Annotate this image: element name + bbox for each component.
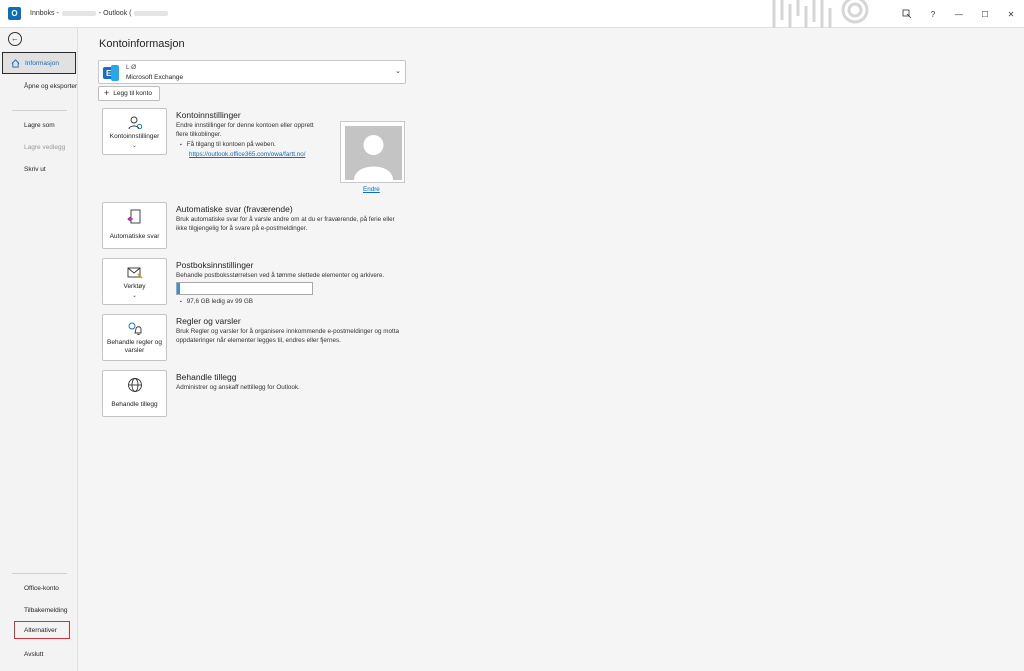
- svg-text:E: E: [106, 69, 112, 78]
- globe-icon: [128, 378, 142, 392]
- coauthor-icon[interactable]: [894, 4, 920, 24]
- quota-text: 97,6 GB ledig av 99 GB: [180, 298, 253, 305]
- mailbox-quota-fill: [177, 283, 180, 294]
- section-description: Bruk automatiske svar for å varsle andre…: [176, 216, 395, 232]
- bullet-text: Få tilgang til kontoen på weben.: [180, 141, 276, 148]
- sidebar-item-label: Informasjon: [25, 59, 59, 67]
- section-title: Regler og varsler: [176, 316, 241, 326]
- tile-label: Verktøy: [123, 283, 146, 290]
- title-bar: O Innboks - - Outlook ( ? — ☐ ✕: [0, 0, 1024, 28]
- sidebar-item-apne-og-eksporter[interactable]: Åpne og eksporter: [0, 82, 78, 91]
- change-photo-link[interactable]: Endre: [363, 186, 380, 193]
- decorative-pattern: [772, 0, 869, 28]
- rules-alerts-icon: [128, 322, 142, 335]
- exchange-icon: E: [103, 65, 119, 81]
- automatic-replies-icon: [127, 209, 141, 224]
- tile-label: Kontoinnstillinger: [109, 133, 160, 140]
- home-icon: [11, 58, 20, 68]
- tile-label: Behandle regler og varsler: [107, 339, 162, 354]
- mailbox-tools-button[interactable]: Verktøy ⌄: [102, 258, 167, 305]
- account-selector[interactable]: E L Ø Microsoft Exchange ⌄: [98, 60, 406, 84]
- sidebar-item-lagre-som[interactable]: Lagre som: [0, 121, 78, 130]
- main-content: Kontoinformasjon E L Ø Microsoft Exchang…: [78, 28, 1024, 671]
- sidebar-divider: [12, 573, 67, 574]
- maximize-button[interactable]: ☐: [972, 4, 998, 24]
- title-prefix: Innboks -: [30, 10, 59, 17]
- redacted-text: [134, 10, 169, 16]
- person-silhouette-icon: [354, 135, 393, 180]
- sidebar-item-lagre-vedlegg[interactable]: Lagre vedlegg: [0, 143, 78, 152]
- page-title: Kontoinformasjon: [99, 38, 185, 50]
- add-account-label: Legg til konto: [113, 90, 152, 97]
- section-title: Automatiske svar (fraværende): [176, 204, 293, 214]
- plus-icon: +: [104, 88, 110, 98]
- outlook-icon: O: [8, 7, 21, 20]
- profile-photo: [340, 121, 405, 183]
- chevron-down-icon: ⌄: [395, 68, 401, 75]
- sidebar-item-label: Alternativer: [24, 626, 57, 634]
- section-description: Administrer og anskaff nettillegg for Ou…: [176, 384, 300, 391]
- tile-label: Automatiske svar: [109, 233, 160, 240]
- section-description: Endre innstillinger for denne kontoen el…: [176, 122, 314, 138]
- section-title: Postboksinnstillinger: [176, 260, 254, 270]
- backstage-sidebar: ← Informasjon Åpne og eksporter Lagre so…: [0, 28, 78, 671]
- mailbox-quota-bar: [176, 282, 313, 295]
- account-settings-icon: [128, 116, 143, 130]
- tile-label: Behandle tillegg: [111, 401, 158, 408]
- section-title: Behandle tillegg: [176, 372, 237, 382]
- redacted-text: [61, 10, 96, 16]
- section-title: Kontoinnstillinger: [176, 110, 241, 120]
- add-account-button[interactable]: + Legg til konto: [98, 86, 160, 101]
- minimize-button[interactable]: —: [946, 4, 972, 24]
- mailbox-tools-icon: [127, 267, 143, 279]
- account-type: Microsoft Exchange: [126, 74, 184, 81]
- sidebar-item-alternativer[interactable]: Alternativer: [14, 621, 70, 639]
- window-controls: ? — ☐ ✕: [894, 0, 1024, 28]
- sidebar-item-informasjon[interactable]: Informasjon: [2, 52, 76, 74]
- manage-addins-button[interactable]: Behandle tillegg: [102, 370, 167, 417]
- sidebar-divider: [12, 110, 67, 111]
- help-button[interactable]: ?: [920, 4, 946, 24]
- sidebar-item-skriv-ut[interactable]: Skriv ut: [0, 165, 78, 174]
- manage-rules-button[interactable]: Behandle regler og varsler: [102, 314, 167, 361]
- section-description: Bruk Regler og varsler for å organisere …: [176, 328, 399, 344]
- avatar: [345, 126, 402, 180]
- automatic-replies-button[interactable]: Automatiske svar: [102, 202, 167, 249]
- account-name: L Ø: [126, 64, 137, 71]
- account-settings-button[interactable]: Kontoinnstillinger ⌄: [102, 108, 167, 155]
- sidebar-item-office-konto[interactable]: Office-konto: [0, 584, 78, 593]
- title-suffix: - Outlook (: [98, 10, 132, 17]
- window-title: Innboks - - Outlook (: [30, 10, 171, 17]
- sidebar-item-tilbakemelding[interactable]: Tilbakemelding: [0, 606, 78, 615]
- owa-link[interactable]: https://outlook.office365.com/owa/fartt.…: [189, 151, 305, 158]
- sidebar-item-avslutt[interactable]: Avslutt: [0, 650, 78, 659]
- chevron-down-icon: ⌄: [131, 293, 138, 299]
- section-description: Behandle postboksstørrelsen ved å tømme …: [176, 272, 385, 279]
- close-button[interactable]: ✕: [998, 4, 1024, 24]
- chevron-down-icon: ⌄: [131, 143, 138, 149]
- back-arrow-icon[interactable]: ←: [8, 32, 22, 46]
